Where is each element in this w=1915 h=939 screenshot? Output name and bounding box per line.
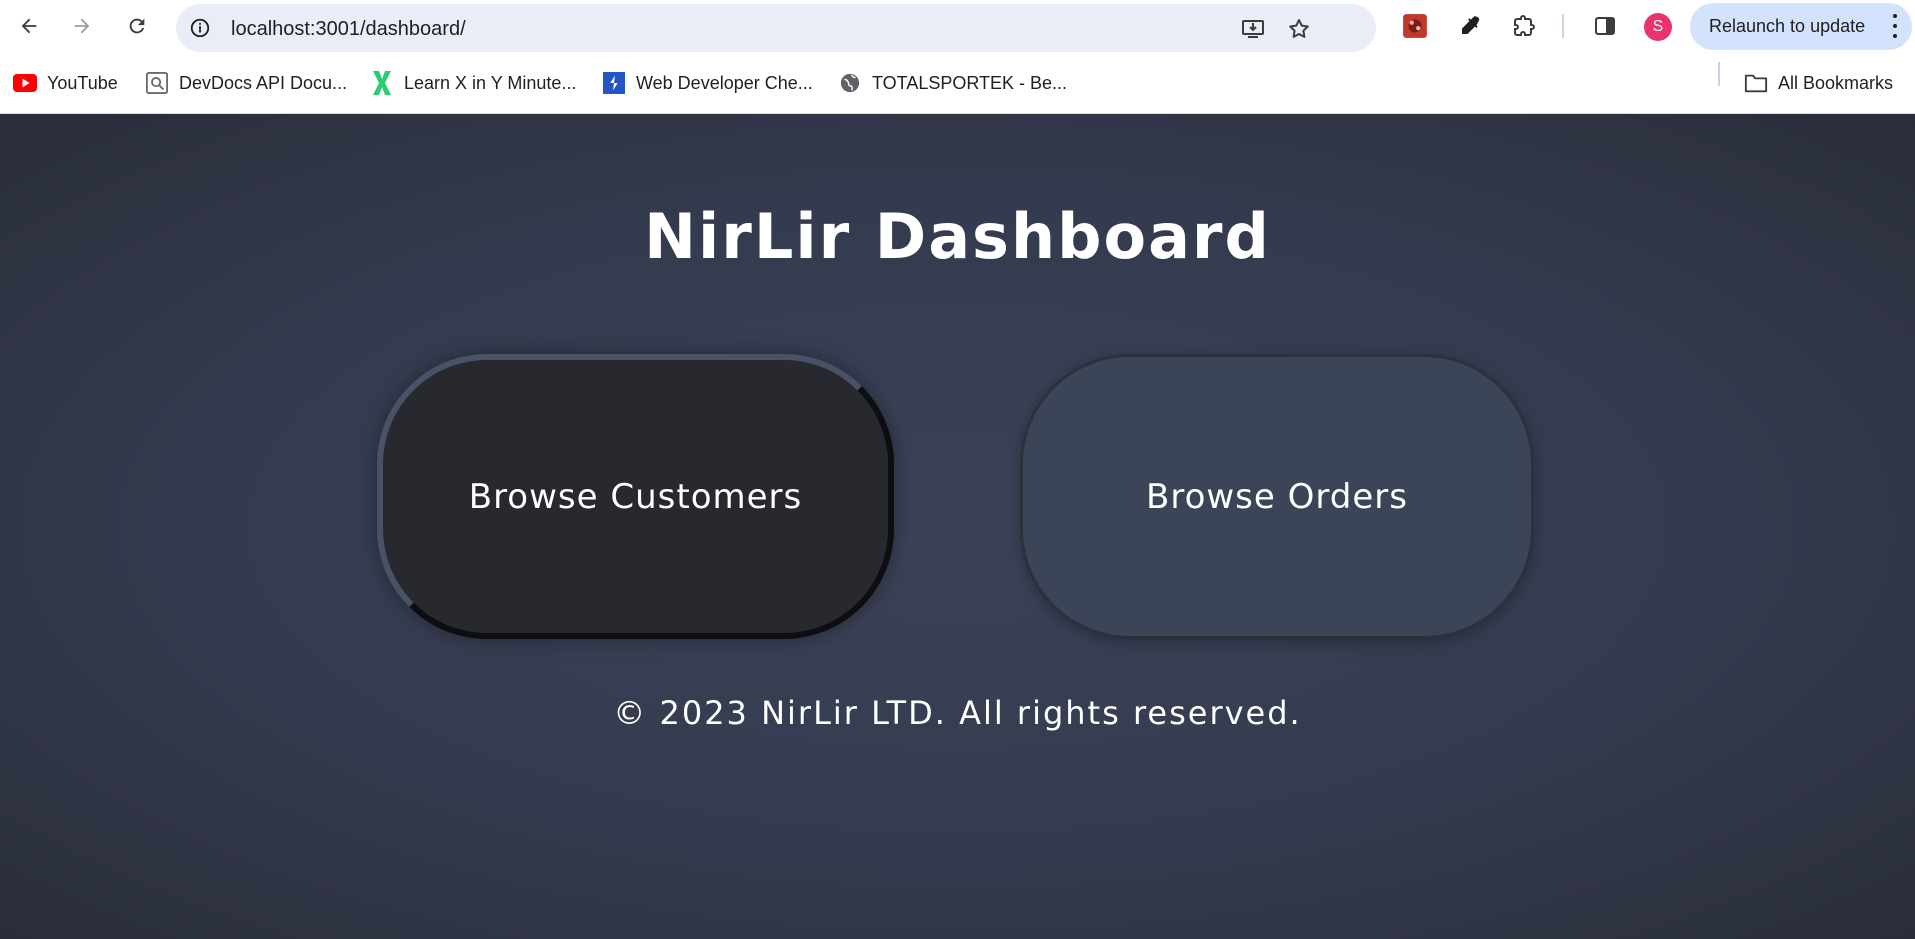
learnx-icon [370, 71, 394, 95]
relaunch-button[interactable]: Relaunch to update [1690, 3, 1912, 50]
dashboard-page: NirLir Dashboard Browse Customers Browse… [0, 114, 1915, 939]
devdocs-icon [145, 71, 169, 95]
side-panel-icon[interactable] [1591, 12, 1619, 40]
bookmark-label: DevDocs API Docu... [179, 72, 348, 93]
bookmark-learnx[interactable]: Learn X in Y Minute... [370, 68, 576, 98]
bookmark-label: Web Developer Che... [636, 72, 813, 93]
profile-initial: S [1652, 18, 1664, 35]
bookmark-label: YouTube [47, 72, 118, 93]
eyedropper-icon[interactable] [1456, 12, 1484, 40]
install-app-icon[interactable] [1240, 16, 1266, 42]
extension-red-icon[interactable] [1401, 12, 1429, 40]
extensions-puzzle-icon[interactable] [1510, 12, 1538, 40]
browse-orders-button[interactable]: Browse Orders [1020, 354, 1534, 639]
bookmark-webdev[interactable]: Web Developer Che... [602, 68, 813, 98]
all-bookmarks-button[interactable]: All Bookmarks [1744, 68, 1893, 98]
toolbar-divider [1562, 14, 1564, 38]
more-menu-icon[interactable] [1892, 14, 1898, 38]
footer-copyright: © 2023 NirLir LTD. All rights reserved. [613, 694, 1302, 732]
bookmarks-divider [1718, 62, 1720, 86]
reload-icon [129, 18, 145, 34]
bookmark-youtube[interactable]: YouTube [13, 68, 118, 98]
bookmark-star-icon[interactable] [1286, 16, 1312, 42]
address-bar[interactable]: localhost:3001/dashboard/ [176, 4, 1376, 52]
reload-button[interactable] [121, 10, 153, 42]
arrow-right-icon [74, 18, 90, 34]
bookmarks-bar: YouTube DevDocs API Docu... Learn X in Y… [0, 52, 1915, 114]
site-info-icon[interactable] [186, 14, 214, 42]
browse-customers-button[interactable]: Browse Customers [377, 354, 894, 639]
bookmark-label: TOTALSPORTEK - Be... [872, 72, 1068, 93]
profile-avatar[interactable]: S [1644, 13, 1672, 41]
youtube-icon [13, 71, 37, 95]
relaunch-label: Relaunch to update [1709, 16, 1866, 36]
back-button[interactable] [13, 10, 45, 42]
webdev-icon [602, 71, 626, 95]
globe-icon [838, 71, 862, 95]
bookmark-totalsportek[interactable]: TOTALSPORTEK - Be... [838, 68, 1067, 98]
folder-icon [1744, 71, 1768, 95]
forward-button[interactable] [66, 10, 98, 42]
all-bookmarks-label: All Bookmarks [1778, 72, 1894, 93]
url-text[interactable]: localhost:3001/dashboard/ [231, 18, 466, 41]
bookmark-devdocs[interactable]: DevDocs API Docu... [145, 68, 347, 98]
arrow-left-icon [21, 18, 37, 34]
page-title: NirLir Dashboard [644, 200, 1271, 273]
browser-toolbar: localhost:3001/dashboard/ S Relaunch to … [0, 0, 1915, 52]
bookmark-label: Learn X in Y Minute... [404, 72, 577, 93]
